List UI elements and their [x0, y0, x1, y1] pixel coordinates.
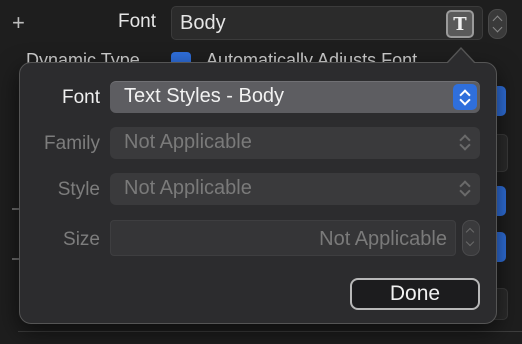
size-field-value: Not Applicable	[319, 228, 447, 250]
text-style-icon: T	[453, 13, 467, 35]
divider	[18, 331, 522, 332]
family-popup-button[interactable]: Not Applicable	[110, 127, 480, 159]
font-field[interactable]: Body	[171, 6, 483, 40]
size-field[interactable]: Not Applicable	[110, 220, 456, 256]
style-label: Style	[57, 179, 100, 200]
family-popup-value: Not Applicable	[124, 131, 252, 153]
style-popup-value: Not Applicable	[124, 177, 252, 199]
popover-font-label: Font	[61, 87, 100, 108]
add-button[interactable]: +	[12, 9, 25, 37]
style-popup-button[interactable]: Not Applicable	[110, 173, 480, 205]
font-popup-button[interactable]: Text Styles - Body	[110, 81, 480, 113]
font-size-stepper[interactable]	[488, 9, 507, 39]
stepper-up-icon	[465, 227, 475, 237]
family-label: Family	[44, 133, 100, 154]
text-style-button[interactable]: T	[446, 10, 474, 38]
font-popup-value: Text Styles - Body	[124, 85, 285, 107]
stepper-down-icon	[465, 237, 475, 247]
done-button[interactable]: Done	[350, 278, 480, 310]
font-label: Font	[118, 11, 157, 32]
size-stepper[interactable]	[462, 220, 480, 256]
popover-arrow-fill	[447, 49, 475, 64]
size-label: Size	[63, 229, 100, 250]
chevron-up-down-icon	[453, 84, 477, 110]
font-field-value: Body	[180, 12, 226, 34]
